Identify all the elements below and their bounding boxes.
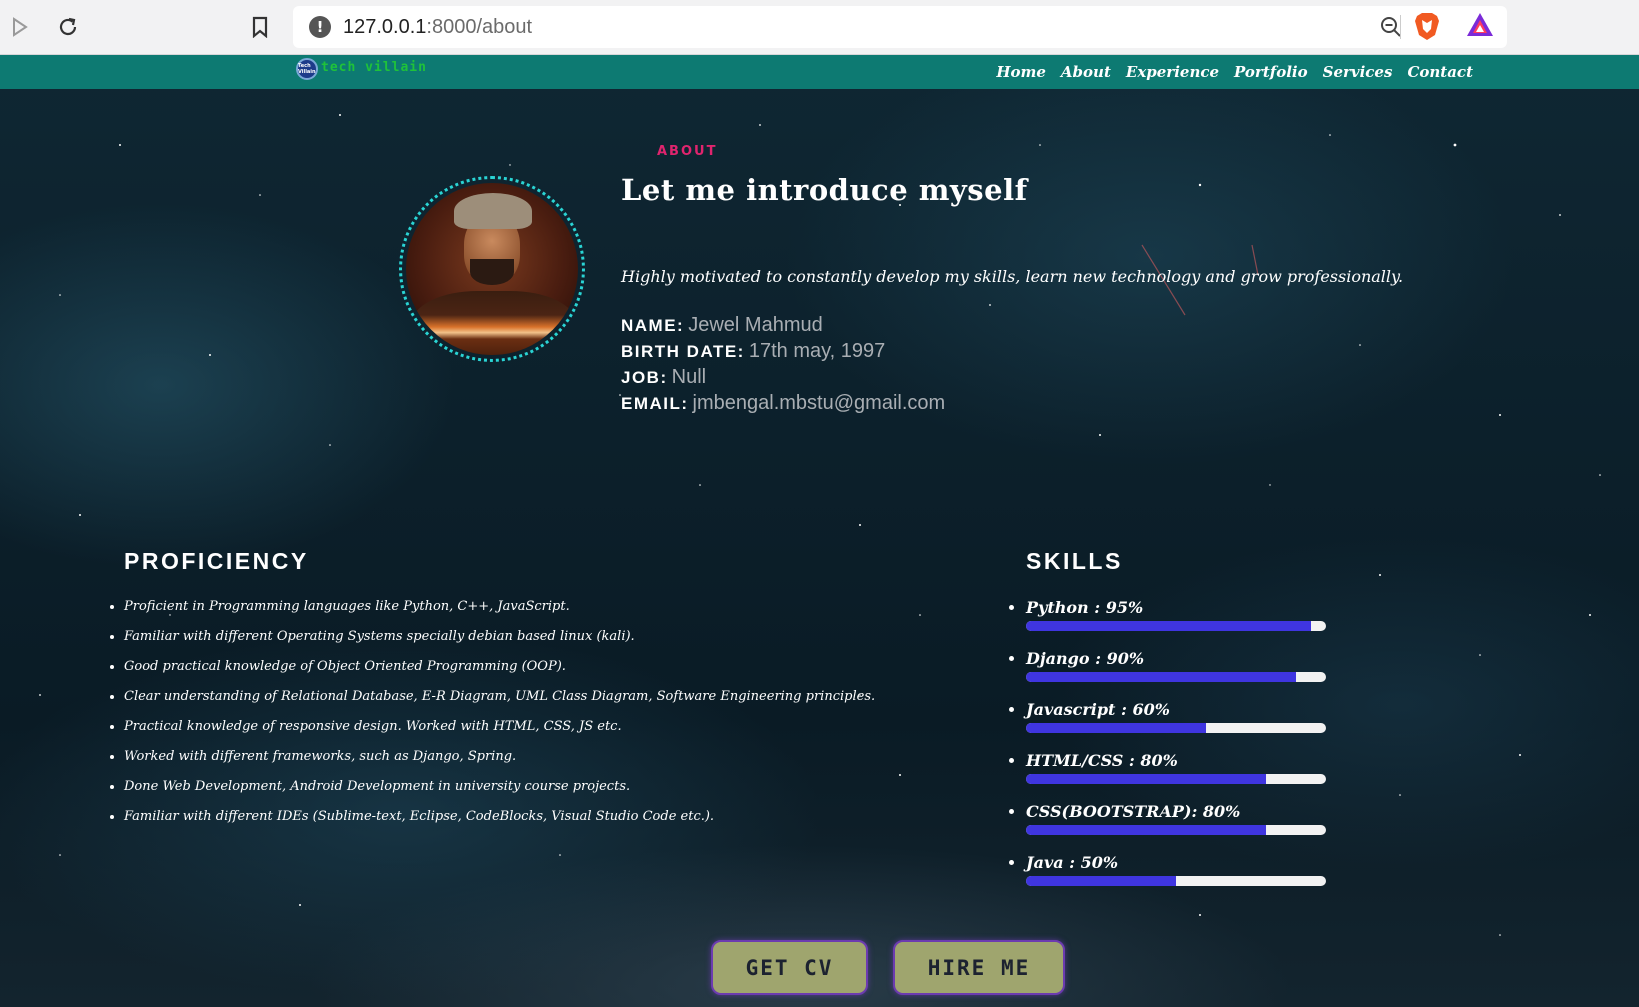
skill-item: Java : 50% <box>1026 853 1326 904</box>
nav-home[interactable]: Home <box>996 63 1046 81</box>
get-cv-button[interactable]: GET CV <box>711 940 868 995</box>
intro-tagline: Highly motivated to constantly develop m… <box>621 267 1404 286</box>
browser-toolbar: ! 127.0.0.1:8000/about <box>0 0 1639 55</box>
info-row-name: NAME: Jewel Mahmud <box>621 314 945 340</box>
skill-item: Django : 90% <box>1026 649 1326 700</box>
skill-progress-fill <box>1026 774 1266 784</box>
list-item: Good practical knowledge of Object Orien… <box>124 658 875 688</box>
url-text: 127.0.0.1:8000/about <box>343 16 533 38</box>
personal-info: NAME: Jewel Mahmud BIRTH DATE: 17th may, 1… <box>621 314 945 418</box>
reload-icon[interactable] <box>52 11 84 43</box>
proficiency-heading: PROFICIENCY <box>124 548 309 574</box>
skill-progress-fill <box>1026 621 1311 631</box>
list-item: Familiar with different Operating System… <box>124 628 875 658</box>
skill-progress-bar <box>1026 774 1326 784</box>
intro-title: Let me introduce myself <box>621 173 1028 207</box>
skill-progress-fill <box>1026 672 1296 682</box>
list-item: Proficient in Programming languages like… <box>124 598 875 628</box>
info-key: BIRTH DATE: <box>621 342 745 361</box>
info-value: jmbengal.mbstu@gmail.com <box>692 392 946 414</box>
list-item: Familiar with different IDEs (Sublime-te… <box>124 808 875 838</box>
page: Tech Villain tech villain Home About Exp… <box>0 55 1639 1007</box>
skill-progress-bar <box>1026 723 1326 733</box>
address-bar[interactable]: ! 127.0.0.1:8000/about <box>293 6 1507 48</box>
profile-avatar <box>399 176 585 362</box>
skills-heading: SKILLS <box>1026 548 1123 574</box>
site-info-icon[interactable]: ! <box>309 16 331 38</box>
info-key: NAME: <box>621 316 685 335</box>
skill-label: CSS(BOOTSTRAP): 80% <box>1026 802 1241 821</box>
skill-progress-bar <box>1026 876 1326 886</box>
skill-label: Django : 90% <box>1026 649 1145 668</box>
nav-portfolio[interactable]: Portfolio <box>1234 63 1308 81</box>
brave-rewards-icon[interactable] <box>1465 11 1495 43</box>
brand-name: tech villain <box>321 59 427 75</box>
skill-progress-fill <box>1026 723 1206 733</box>
list-item: Worked with different frameworks, such a… <box>124 748 875 778</box>
photo-shirt <box>412 291 576 355</box>
skill-label: Javascript : 60% <box>1026 700 1170 719</box>
info-key: EMAIL: <box>621 394 689 413</box>
skill-label: HTML/CSS : 80% <box>1026 751 1178 770</box>
brave-shields-icon[interactable] <box>1413 11 1441 45</box>
nav-experience[interactable]: Experience <box>1126 63 1219 81</box>
skill-progress-bar <box>1026 825 1326 835</box>
info-value: 17th may, 1997 <box>748 340 886 362</box>
skill-item: CSS(BOOTSTRAP): 80% <box>1026 802 1326 853</box>
main-nav: Home About Experience Portfolio Services… <box>996 63 1473 81</box>
bookmark-icon[interactable] <box>244 11 276 43</box>
skill-label: Java : 50% <box>1026 853 1119 872</box>
skill-label: Python : 95% <box>1026 598 1144 617</box>
hire-me-button[interactable]: HIRE ME <box>893 940 1065 995</box>
skill-progress-bar <box>1026 672 1326 682</box>
skill-item: Python : 95% <box>1026 598 1326 649</box>
skill-item: Javascript : 60% <box>1026 700 1326 751</box>
nav-contact[interactable]: Contact <box>1407 63 1473 81</box>
info-value: Jewel Mahmud <box>688 314 823 336</box>
photo-beard <box>470 259 514 285</box>
toolbar-divider <box>1400 15 1401 39</box>
list-item: Clear understanding of Relational Databa… <box>124 688 875 718</box>
info-row-job: JOB: Null <box>621 366 945 392</box>
nav-services[interactable]: Services <box>1323 63 1393 81</box>
skill-progress-fill <box>1026 825 1266 835</box>
brand-logo: Tech Villain <box>296 58 318 80</box>
proficiency-list: Proficient in Programming languages like… <box>124 598 875 838</box>
list-item: Practical knowledge of responsive design… <box>124 718 875 748</box>
section-label: ABOUT <box>657 144 718 159</box>
photo-cap <box>454 193 532 229</box>
profile-photo <box>406 183 578 355</box>
skill-progress-fill <box>1026 876 1176 886</box>
play-icon[interactable] <box>4 11 36 43</box>
brand-link[interactable]: Tech Villain tech villain <box>296 58 427 80</box>
skill-progress-bar <box>1026 621 1326 631</box>
info-row-email: EMAIL: jmbengal.mbstu@gmail.com <box>621 392 945 418</box>
skill-item: HTML/CSS : 80% <box>1026 751 1326 802</box>
info-value: Null <box>671 366 707 388</box>
nav-about[interactable]: About <box>1061 63 1111 81</box>
skills-list: Python : 95% Django : 90% Javascript : 6… <box>1026 598 1326 904</box>
list-item: Done Web Development, Android Developmen… <box>124 778 875 808</box>
info-key: JOB: <box>621 368 668 387</box>
info-row-birth-date: BIRTH DATE: 17th may, 1997 <box>621 340 945 366</box>
site-navbar: Tech Villain tech villain Home About Exp… <box>0 55 1639 89</box>
